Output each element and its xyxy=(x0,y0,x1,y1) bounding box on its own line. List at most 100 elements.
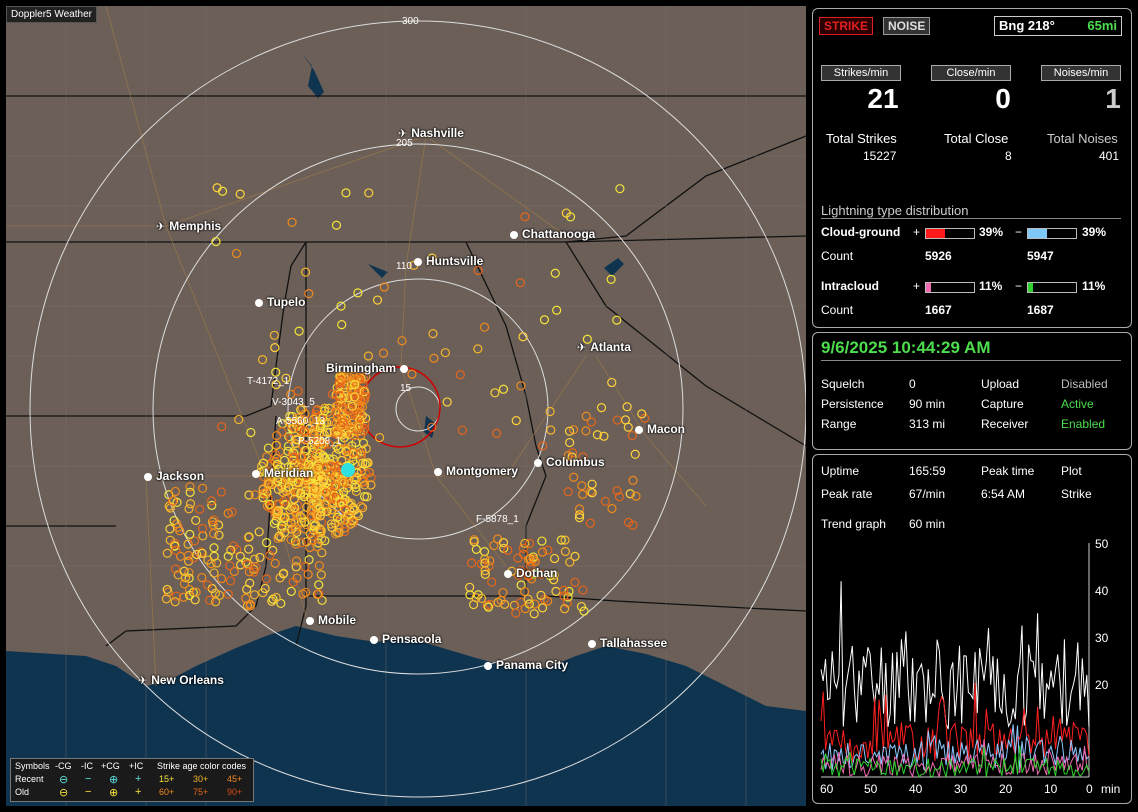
strike-icon xyxy=(615,184,625,194)
strike-icon xyxy=(473,344,483,354)
strike-icon xyxy=(543,545,553,555)
strike-icon xyxy=(523,594,533,604)
cg-negative-pct: 39% xyxy=(1082,225,1107,239)
noise-button[interactable]: NOISE xyxy=(883,17,931,35)
storm-label[interactable]: T-4172_1 xyxy=(247,376,289,387)
strike-icon xyxy=(235,189,245,199)
strike-icon xyxy=(564,586,574,597)
ic-minus-sign: − xyxy=(1015,279,1023,293)
y-tick-50: 50 xyxy=(1095,537,1109,551)
x-tick-20: 20 xyxy=(999,782,1013,796)
strike-icon xyxy=(341,188,351,198)
strike-icon xyxy=(465,582,475,592)
strike-icon xyxy=(261,574,272,584)
strike-icon xyxy=(170,486,180,497)
strike-icon xyxy=(511,416,521,426)
x-tick-40: 40 xyxy=(909,782,923,796)
x-tick-0: 0 xyxy=(1086,782,1093,796)
strike-icon xyxy=(515,278,525,288)
y-tick-30: 30 xyxy=(1095,631,1109,645)
ic-negative-fill xyxy=(1028,283,1034,292)
city-label: Jackson xyxy=(156,469,205,483)
city-dot-icon xyxy=(635,426,643,434)
ring-label-300: 300 xyxy=(402,16,419,27)
close-per-min-header: Close/min xyxy=(931,65,1011,81)
strike-icon xyxy=(551,586,561,596)
strike-icon xyxy=(581,426,591,436)
airport-icon: ✈ xyxy=(577,342,587,354)
airport-icon: ✈ xyxy=(398,128,408,140)
strike-icon xyxy=(612,415,622,425)
cg-positive-fill xyxy=(926,229,945,238)
strike-icon xyxy=(537,603,548,613)
city-label: Mobile xyxy=(318,613,356,627)
strike-icon xyxy=(249,554,259,564)
cg-count-label: Count xyxy=(821,249,854,263)
distribution-title: Lightning type distribution xyxy=(821,203,969,218)
strike-icon xyxy=(489,540,499,551)
city-dot-icon xyxy=(504,570,512,578)
storm-label[interactable]: A-5560_13 xyxy=(276,416,325,427)
strike-icon xyxy=(565,437,575,448)
strike-icon xyxy=(622,402,632,412)
trend-panel: Uptime 165:59 Peak time 6:54 AM Plot Pea… xyxy=(812,454,1132,804)
distribution-divider xyxy=(821,218,1121,219)
city-dot-icon xyxy=(434,468,442,476)
storm-label[interactable]: V-3043_5 xyxy=(272,397,315,408)
strike-icon xyxy=(596,403,607,413)
strike-icon xyxy=(185,487,195,497)
symbol-legend: Symbols -CG -IC +CG +IC Strike age color… xyxy=(10,758,254,802)
storm-label[interactable]: P-5208_1 xyxy=(298,436,341,447)
strike-icon xyxy=(552,305,562,315)
strike-icon xyxy=(331,220,342,230)
city-label: Pensacola xyxy=(382,632,442,646)
ic-count-label: Count xyxy=(821,303,854,317)
strike-icon xyxy=(428,328,438,339)
strike-button[interactable]: STRIKE xyxy=(819,17,874,35)
strike-icon xyxy=(607,503,617,514)
recent-pos-cg-icon: ⊕ xyxy=(109,774,119,786)
strike-icon xyxy=(498,384,509,394)
noises-per-min-header: Noises/min xyxy=(1041,65,1121,81)
cg-negative-count: 5947 xyxy=(1027,249,1054,263)
strike-icon xyxy=(263,443,274,453)
strike-icon xyxy=(216,487,226,497)
strike-icon xyxy=(492,428,502,438)
strike-icon xyxy=(209,543,219,553)
legend-old-label: Old xyxy=(15,787,30,797)
strike-icon xyxy=(520,604,530,614)
city-huntsville: Huntsville xyxy=(414,254,483,268)
strike-icon xyxy=(578,489,588,499)
city-atlanta: ✈ Atlanta xyxy=(577,340,631,354)
strike-icon xyxy=(620,415,631,425)
lightning-map[interactable]: Doppler5 Weather 300 205 110 15 ✈ Nashvil… xyxy=(6,6,806,806)
datetime: 9/6/2025 10:44:29 AM xyxy=(821,338,991,357)
age-90: 90+ xyxy=(227,787,243,797)
strike-icon xyxy=(316,570,326,580)
strike-icon xyxy=(170,597,180,607)
trend-series-line xyxy=(820,724,1090,773)
strike-icon xyxy=(372,295,383,305)
strike-icon xyxy=(286,586,296,596)
strike-icon xyxy=(254,527,264,537)
strike-icon xyxy=(225,560,235,571)
strike-icon xyxy=(314,580,324,590)
upload-label: Upload xyxy=(981,377,1020,391)
strike-icon xyxy=(191,515,201,526)
strike-symbols xyxy=(161,183,650,619)
ring-label-110: 110 xyxy=(396,261,412,272)
storm-label[interactable]: F-5878_1 xyxy=(476,514,519,525)
x-tick-30: 30 xyxy=(954,782,968,796)
total-noises-label: Total Noises xyxy=(1047,131,1118,146)
city-panama-city: Panama City xyxy=(484,658,568,672)
city-label: Panama City xyxy=(496,658,569,672)
cg-minus-sign: − xyxy=(1015,225,1023,239)
cg-positive-pct: 39% xyxy=(979,225,1004,239)
ring-label-15: 15 xyxy=(400,383,412,394)
age-75: 75+ xyxy=(193,787,209,797)
strike-icon xyxy=(250,490,260,500)
strike-icon xyxy=(549,553,560,564)
strike-icon xyxy=(513,553,523,563)
city-tallahassee: Tallahassee xyxy=(588,636,667,650)
strike-icon xyxy=(581,411,591,421)
